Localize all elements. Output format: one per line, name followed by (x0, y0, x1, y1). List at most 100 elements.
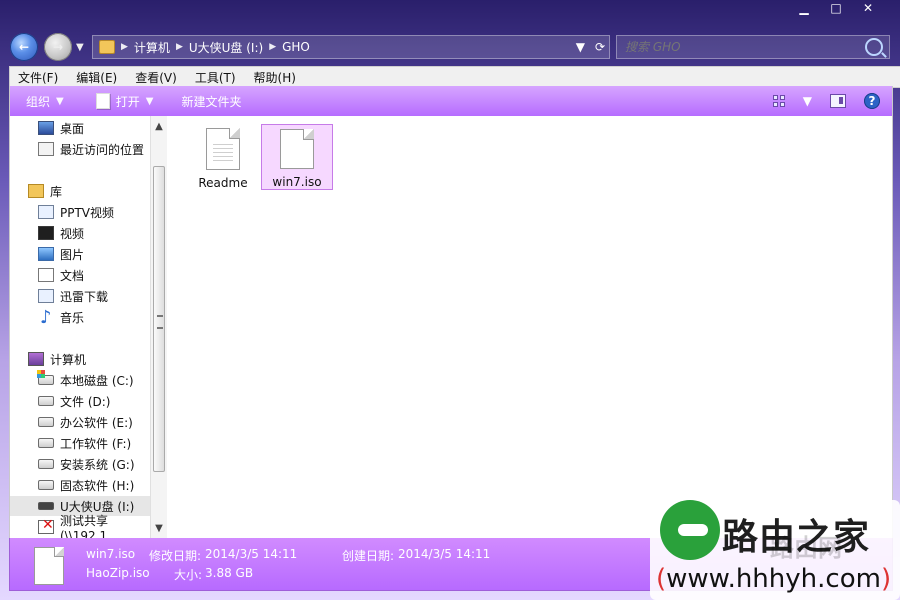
nav-item-pptv[interactable]: PPTV视频 (10, 202, 150, 222)
nav-item-drive-h[interactable]: 固态软件 (H:) (10, 475, 150, 495)
menu-edit[interactable]: 编辑(E) (76, 69, 117, 86)
nav-item-recent[interactable]: 最近访问的位置 (10, 139, 150, 159)
breadcrumb-computer[interactable]: 计算机 (134, 39, 170, 56)
search-input[interactable] (623, 39, 857, 55)
nav-item-thunder[interactable]: 迅雷下载 (10, 286, 150, 306)
menu-file[interactable]: 文件(F) (18, 69, 58, 86)
nav-label: 视频 (60, 226, 85, 241)
details-modified-value: 2014/3/5 14:11 (205, 547, 298, 561)
documents-icon (38, 268, 54, 282)
watermark-url-text: www.hhhyh.com (666, 564, 881, 594)
chevron-down-icon: ▼ (145, 95, 154, 107)
computer-icon (28, 352, 44, 366)
nav-label: 桌面 (60, 121, 85, 136)
view-options-icon[interactable]: ▼ (803, 94, 812, 108)
text-file-icon (206, 128, 240, 170)
refresh-icon[interactable]: ⟳ (595, 40, 605, 54)
nav-item-video[interactable]: 视频 (10, 223, 150, 243)
change-view-icon[interactable] (772, 95, 785, 107)
drive-icon (38, 438, 54, 448)
breadcrumb-separator-icon[interactable]: ▶ (269, 42, 276, 52)
nav-item-drive-f[interactable]: 工作软件 (F:) (10, 433, 150, 453)
menu-bar: 文件(F) 编辑(E) 查看(V) 工具(T) 帮助(H) (9, 66, 900, 88)
watermark-faint-text: 路由网 (770, 534, 842, 562)
details-size-value: 3.88 GB (205, 566, 254, 580)
pictures-icon (38, 247, 54, 261)
nav-item-desktop[interactable]: 桌面 (10, 118, 150, 138)
search-box[interactable] (616, 35, 890, 59)
organize-button[interactable]: 组织 ▼ (26, 93, 64, 110)
nav-label: 计算机 (50, 352, 87, 367)
scroll-thumb[interactable] (153, 166, 165, 472)
menu-view[interactable]: 查看(V) (135, 69, 177, 86)
nav-label: 文档 (60, 268, 85, 283)
breadcrumb-gho[interactable]: GHO (282, 40, 310, 54)
drive-icon (38, 396, 54, 406)
nav-item-libraries[interactable]: 库 (10, 181, 150, 201)
navigation-scrollbar[interactable]: ▲ ▼ (150, 116, 167, 538)
nav-item-drive-d[interactable]: 文件 (D:) (10, 391, 150, 411)
usb-drive-icon (38, 502, 54, 510)
nav-label: 库 (50, 184, 63, 199)
breadcrumb-separator-icon[interactable]: ▶ (176, 42, 183, 52)
back-button[interactable]: ← (10, 33, 38, 61)
new-folder-label: 新建文件夹 (181, 94, 242, 109)
breadcrumb-usb-drive[interactable]: U大侠U盘 (I:) (189, 39, 263, 56)
nav-item-network-share[interactable]: 测试共享 (\\192.1 (10, 514, 150, 543)
close-button[interactable]: ✕ (860, 2, 876, 14)
nav-item-computer[interactable]: 计算机 (10, 349, 150, 369)
nav-item-drive-g[interactable]: 安装系统 (G:) (10, 454, 150, 474)
address-bar[interactable]: ▶ 计算机 ▶ U大侠U盘 (I:) ▶ GHO ▼ ⟳ (92, 35, 610, 59)
address-dropdown-icon[interactable]: ▼ (576, 40, 585, 54)
command-bar-right: ▼ ? (772, 93, 880, 109)
help-icon[interactable]: ? (864, 93, 880, 109)
window-controls: ▁ □ ✕ (796, 2, 876, 14)
document-icon (95, 93, 110, 109)
open-label: 打开 (115, 94, 140, 109)
watermark-url-paren-right: ) (880, 564, 892, 594)
address-row: ← → ▼ ▶ 计算机 ▶ U大侠U盘 (I:) ▶ GHO ▼ ⟳ (10, 30, 890, 64)
navigation-pane: 桌面 最近访问的位置 库 PPTV视频 视频 图片 文档 迅雷下载 ♪ 音乐 计… (10, 116, 167, 543)
file-list: Readme win7.iso (167, 116, 892, 538)
history-dropdown-icon[interactable]: ▼ (76, 42, 86, 53)
minimize-button[interactable]: ▁ (796, 2, 812, 14)
details-modified-label: 修改日期: (149, 549, 202, 563)
drive-icon (38, 480, 54, 490)
menu-tools[interactable]: 工具(T) (195, 69, 236, 86)
nav-item-drive-e[interactable]: 办公软件 (E:) (10, 412, 150, 432)
drive-icon (38, 417, 54, 427)
video-icon (38, 226, 54, 240)
file-name: win7.iso (272, 175, 322, 189)
scroll-up-icon[interactable]: ▲ (153, 120, 165, 132)
nav-item-documents[interactable]: 文档 (10, 265, 150, 285)
forward-button[interactable]: → (44, 33, 72, 61)
scroll-down-icon[interactable]: ▼ (153, 522, 165, 534)
router-home-logo-icon (660, 500, 720, 560)
nav-label: 音乐 (60, 310, 85, 325)
details-size-label: 大小: (174, 568, 203, 582)
preview-pane-icon[interactable] (830, 94, 846, 108)
search-icon[interactable] (865, 38, 883, 56)
desktop-icon (38, 121, 54, 135)
pptv-icon (38, 205, 54, 219)
selected-file-icon (34, 547, 64, 585)
menu-help[interactable]: 帮助(H) (254, 69, 296, 86)
nav-item-music[interactable]: 音乐 (10, 307, 150, 328)
text-lines-icon (213, 141, 233, 163)
nav-label: 最近访问的位置 (60, 142, 145, 157)
open-button[interactable]: 打开 ▼ (95, 93, 154, 110)
nav-label: 迅雷下载 (60, 289, 109, 304)
main-area: 桌面 最近访问的位置 库 PPTV视频 视频 图片 文档 迅雷下载 ♪ 音乐 计… (9, 116, 893, 543)
maximize-button[interactable]: □ (828, 2, 844, 14)
details-app: HaoZip.iso (86, 566, 150, 580)
new-folder-button[interactable]: 新建文件夹 (181, 93, 241, 110)
nav-label: 固态软件 (H:) (60, 478, 135, 493)
watermark: 路由之家 路由网 (www.hhhyh.com) (650, 500, 900, 600)
file-item-win7-iso[interactable]: win7.iso (261, 124, 333, 190)
breadcrumb-separator-icon[interactable]: ▶ (121, 42, 128, 52)
nav-item-drive-c[interactable]: 本地磁盘 (C:) (10, 370, 150, 390)
nav-item-pictures[interactable]: 图片 (10, 244, 150, 264)
windows-drive-icon (37, 370, 54, 385)
file-item-readme[interactable]: Readme (187, 124, 259, 190)
nav-label: 安装系统 (G:) (60, 457, 135, 472)
